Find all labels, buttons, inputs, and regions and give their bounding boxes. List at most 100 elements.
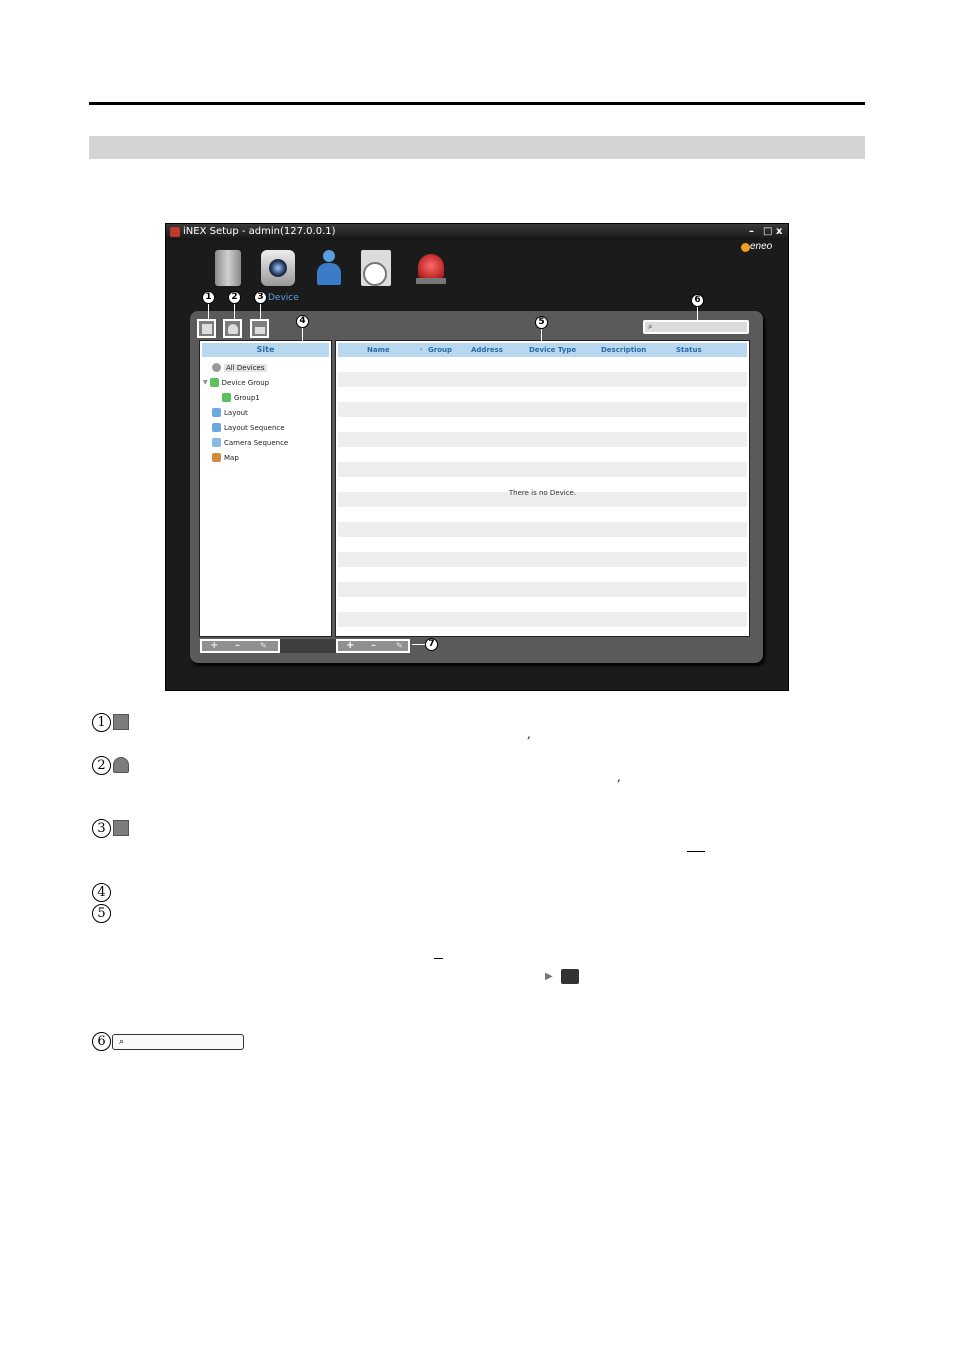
app-icon [170, 227, 180, 237]
comma-mark: , [617, 770, 621, 784]
list-row-stripe [338, 552, 747, 567]
tree-item-camera-sequence[interactable]: Camera Sequence [212, 438, 288, 447]
device-camera-icon[interactable] [261, 250, 295, 286]
add-icon[interactable]: + [346, 641, 354, 651]
maximize-button[interactable]: □ [763, 226, 772, 237]
upload-icon [202, 324, 212, 334]
callout-4: 4 [296, 315, 309, 328]
callout-7: 7 [425, 638, 438, 651]
list-action-bar: + – ✎ [336, 639, 410, 653]
minimize-button[interactable]: – [749, 226, 754, 237]
empty-list-message: There is no Device. [508, 489, 577, 497]
list-row-stripe [338, 612, 747, 627]
callout-1: 1 [202, 291, 215, 304]
list-header: Name • Group Address Device Type Descrip… [338, 343, 747, 357]
group-icon [222, 393, 231, 402]
register-icon [255, 327, 265, 334]
remove-icon[interactable]: – [235, 641, 240, 651]
add-icon[interactable]: + [210, 641, 218, 651]
tree-item-label: Map [224, 453, 239, 462]
tree-item-device-group[interactable]: ▼ Device Group [203, 378, 269, 387]
upload-button[interactable] [197, 319, 216, 338]
leader-line [412, 644, 425, 645]
column-device-type[interactable]: Device Type [529, 343, 576, 357]
column-group[interactable]: Group [428, 343, 452, 357]
list-row-stripe [338, 522, 747, 537]
sort-indicator-icon: • [419, 346, 424, 354]
search-icon: ⌕ [119, 1037, 125, 1047]
column-description[interactable]: Description [601, 343, 646, 357]
bar-divider [280, 639, 336, 653]
list-row-stripe [338, 372, 747, 387]
dash-mark [687, 851, 705, 852]
leader-line [260, 304, 261, 319]
legend-number-6: 6 [92, 1032, 111, 1051]
tree-item-label: Layout Sequence [224, 423, 285, 432]
device-panel: ⌕ Site All Devices ▼ Device Group Group1 … [190, 311, 763, 663]
leader-line [697, 307, 698, 320]
tree-item-label: Group1 [234, 393, 260, 402]
schedule-icon[interactable] [361, 250, 391, 286]
server-icon[interactable] [215, 250, 241, 286]
scan-icon [228, 324, 238, 334]
register-button[interactable] [250, 319, 269, 338]
tree-item-label: All Devices [224, 363, 267, 372]
search-box-illustration: ⌕ [112, 1034, 244, 1050]
dash-mark [434, 958, 443, 959]
list-row-stripe [338, 432, 747, 447]
column-status[interactable]: Status [676, 343, 702, 357]
device-group-icon [209, 378, 219, 387]
column-name[interactable]: Name [367, 343, 390, 357]
tree-item-label: Layout [224, 408, 248, 417]
tree-item-map[interactable]: Map [212, 453, 239, 462]
device-tab-label[interactable]: Device [268, 293, 299, 303]
leader-line [234, 304, 235, 319]
device-list: Name • Group Address Device Type Descrip… [335, 340, 750, 637]
expand-arrow-icon: ▶ [545, 971, 553, 982]
tree-item-group1[interactable]: Group1 [222, 393, 260, 402]
layout-sequence-icon [212, 423, 221, 432]
remove-icon[interactable]: – [371, 641, 376, 651]
list-row-stripe [338, 582, 747, 597]
search-icon: ⌕ [648, 322, 653, 331]
tree-header: Site [202, 343, 329, 357]
all-devices-icon [212, 363, 221, 372]
scan-icon [113, 757, 129, 773]
tree-item-label: Device Group [221, 378, 270, 387]
siren-dome [418, 254, 444, 278]
edit-icon[interactable]: ✎ [396, 641, 403, 651]
tree-item-label: Camera Sequence [224, 438, 289, 447]
top-rule [89, 102, 865, 105]
scan-device-button[interactable] [223, 319, 242, 338]
legend-number-3: 3 [92, 819, 111, 838]
tree-item-all-devices[interactable]: All Devices [212, 363, 267, 372]
inex-setup-window: iNEX Setup - admin(127.0.0.1) – □ x eneo… [165, 223, 789, 691]
title-bar: iNEX Setup - admin(127.0.0.1) – □ x [166, 224, 788, 240]
legend-number-2: 2 [92, 756, 111, 775]
tree-item-layout[interactable]: Layout [212, 408, 248, 417]
callout-6: 6 [691, 294, 704, 307]
legend-number-4: 4 [92, 883, 111, 902]
search-input[interactable] [643, 320, 749, 334]
list-row-stripe [338, 402, 747, 417]
upload-icon [113, 714, 129, 730]
eneo-logo-icon [741, 243, 750, 252]
close-button[interactable]: x [776, 226, 782, 237]
site-tree: Site All Devices ▼ Device Group Group1 La… [199, 340, 332, 637]
leader-line [208, 304, 209, 319]
alarm-siren-icon[interactable] [414, 250, 448, 286]
layout-icon [212, 408, 221, 417]
column-address[interactable]: Address [471, 343, 503, 357]
device-icon [561, 969, 579, 984]
camera-sequence-icon [212, 438, 221, 447]
callout-2: 2 [228, 291, 241, 304]
section-heading-bar [89, 136, 865, 159]
comma-mark: , [527, 727, 531, 741]
siren-base [416, 278, 446, 284]
tree-item-layout-sequence[interactable]: Layout Sequence [212, 423, 285, 432]
expand-arrow-icon: ▼ [203, 379, 208, 386]
window-title: iNEX Setup - admin(127.0.0.1) [183, 226, 336, 237]
edit-icon[interactable]: ✎ [260, 641, 267, 651]
user-icon[interactable] [314, 250, 344, 286]
user-head [323, 250, 335, 262]
